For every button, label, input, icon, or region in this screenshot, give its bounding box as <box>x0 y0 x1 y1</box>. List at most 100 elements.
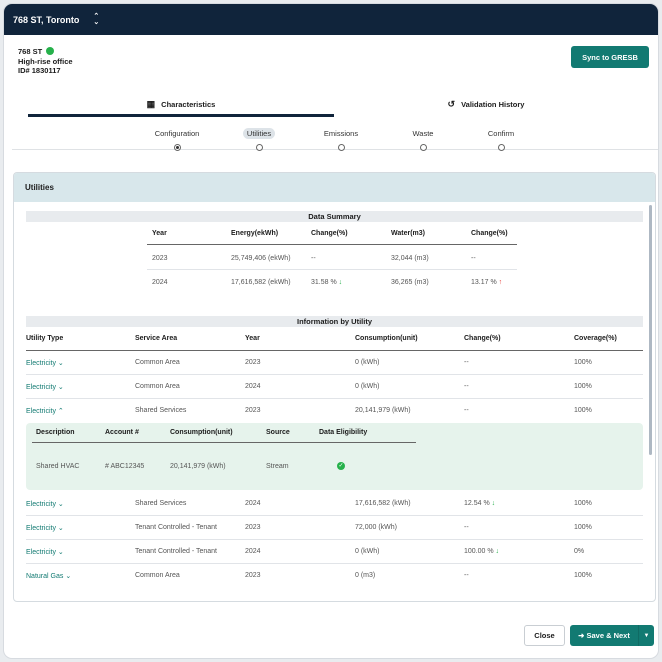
utility-cell: 100% <box>574 572 592 579</box>
utility-cell: 100% <box>574 500 592 507</box>
detail-header: Account # <box>105 429 139 436</box>
utility-cell: 0 (kWh) <box>355 548 380 555</box>
utility-header: Consumption(unit) <box>355 335 418 342</box>
building-selector-label: 768 ST, Toronto <box>13 14 80 25</box>
summary-cell: 13.17 % ↑ <box>471 279 503 286</box>
row-divider <box>26 563 643 564</box>
summary-cell: -- <box>471 255 476 262</box>
utility-type-toggle[interactable]: Natural Gas ⌄ <box>26 572 71 580</box>
utility-header: Change(%) <box>464 335 501 342</box>
utility-cell: 100% <box>574 383 592 390</box>
utility-cell: 100% <box>574 407 592 414</box>
utility-detail-panel: Description Account # Consumption(unit) … <box>26 423 643 490</box>
utility-cell: 12.54 % ↓ <box>464 500 496 507</box>
step-utilities[interactable]: Utilities <box>219 128 299 151</box>
row-divider <box>26 515 643 516</box>
utility-cell: 2024 <box>245 500 261 507</box>
utility-type-toggle[interactable]: Electricity ⌄ <box>26 359 64 367</box>
step-radio-icon <box>497 144 505 151</box>
utility-cell: 2023 <box>245 572 261 579</box>
step-label: Utilities <box>242 128 276 139</box>
utility-cell: 2023 <box>245 524 261 531</box>
arrow-down-icon: ↓ <box>338 279 343 286</box>
utility-cell: Shared Services <box>135 407 187 414</box>
selector-chevron-icon[interactable]: ⌃ ⌄ <box>93 13 99 26</box>
step-label: Configuration <box>154 129 200 138</box>
summary-cell: 17,616,582 (ekWh) <box>231 279 291 286</box>
arrow-down-icon: ↓ <box>495 548 500 555</box>
utility-header: Year <box>245 335 260 342</box>
chevron-down-icon: ⌄ <box>57 549 64 556</box>
utility-cell: 0% <box>574 548 585 555</box>
row-divider <box>26 398 643 399</box>
utility-cell: 0 (kWh) <box>355 383 380 390</box>
summary-header: Water(m3) <box>391 230 425 237</box>
step-waste[interactable]: Waste <box>383 128 463 151</box>
history-icon: ↺ <box>447 98 456 109</box>
detail-header: Data Eligibility <box>319 429 368 436</box>
step-confirm[interactable]: Confirm <box>461 128 541 151</box>
utility-cell: 2023 <box>245 407 261 414</box>
summary-cell: 31.58 % ↓ <box>311 279 343 286</box>
sync-to-gresb-button[interactable]: Sync to GRESB <box>571 46 649 68</box>
app-window: 768 ST, Toronto ⌃ ⌄ 768 ST High-rise offi… <box>4 4 658 658</box>
utility-cell: 100% <box>574 524 592 531</box>
building-id: ID# 1830117 <box>18 66 61 75</box>
step-label: Emissions <box>323 129 359 138</box>
close-button[interactable]: Close <box>524 625 565 646</box>
eligibility-check-icon: ✓ <box>337 462 345 470</box>
summary-header: Change(%) <box>311 230 348 237</box>
utility-cell: -- <box>464 383 469 390</box>
summary-cell: 25,749,406 (ekWh) <box>231 255 291 262</box>
tab-characteristics[interactable]: ▦ Characteristics <box>28 92 334 116</box>
step-radio-icon <box>173 144 181 151</box>
active-tab-indicator <box>28 114 334 117</box>
arrow-up-icon: ↑ <box>498 279 503 286</box>
summary-cell: -- <box>311 255 316 262</box>
save-next-button[interactable]: ➜ Save & Next ▼ <box>570 625 654 646</box>
arrow-down-icon: ↓ <box>491 500 496 507</box>
summary-cell: 2023 <box>152 255 168 262</box>
detail-cell: Shared HVAC <box>36 463 80 470</box>
step-label: Confirm <box>487 129 515 138</box>
scrollbar[interactable] <box>649 205 652 455</box>
save-next-label: ➜ Save & Next <box>578 631 630 640</box>
utility-type-toggle[interactable]: Electricity ⌄ <box>26 383 64 391</box>
detail-header: Description <box>36 429 75 436</box>
chevron-down-icon: ⌄ <box>57 525 64 532</box>
utility-type-toggle[interactable]: Electricity ⌄ <box>26 524 64 532</box>
building-info: 768 ST High-rise office ID# 1830117 <box>18 47 73 76</box>
utility-cell: Common Area <box>135 383 180 390</box>
utility-header: Utility Type <box>26 335 64 342</box>
utility-cell: 20,141,979 (kWh) <box>355 407 411 414</box>
utility-cell: 17,616,582 (kWh) <box>355 500 411 507</box>
utility-cell: Common Area <box>135 572 180 579</box>
utility-cell: 72,000 (kWh) <box>355 524 398 531</box>
summary-cell: 36,265 (m3) <box>391 279 429 286</box>
utility-cell: 2023 <box>245 359 261 366</box>
utility-cell: -- <box>464 407 469 414</box>
step-emissions[interactable]: Emissions <box>301 128 381 151</box>
detail-cell: 20,141,979 (kWh) <box>170 463 226 470</box>
summary-cell: 2024 <box>152 279 168 286</box>
detail-cell: # ABC12345 <box>105 463 145 470</box>
top-bar: 768 ST, Toronto ⌃ ⌄ <box>4 4 658 35</box>
utility-type-toggle[interactable]: Electricity ⌄ <box>26 548 64 556</box>
tab-validation-history[interactable]: ↺ Validation History <box>334 92 638 116</box>
step-configuration[interactable]: Configuration <box>137 128 217 151</box>
chevron-down-icon: ⌄ <box>65 573 72 580</box>
detail-header: Consumption(unit) <box>170 429 233 436</box>
utility-cell: 0 (kWh) <box>355 359 380 366</box>
row-divider <box>26 539 643 540</box>
utility-type-toggle[interactable]: Electricity ⌄ <box>26 500 64 508</box>
step-label: Waste <box>412 129 434 138</box>
summary-cell: 32,044 (m3) <box>391 255 429 262</box>
utility-type-toggle[interactable]: Electricity ⌃ <box>26 407 64 415</box>
utility-header-rule <box>26 350 643 351</box>
utility-cell: -- <box>464 359 469 366</box>
status-dot-icon <box>46 47 55 55</box>
summary-header: Change(%) <box>471 230 508 237</box>
step-radio-icon <box>337 144 345 151</box>
dropdown-caret-icon[interactable]: ▼ <box>638 625 654 646</box>
utility-cell: 100.00 % ↓ <box>464 548 500 555</box>
